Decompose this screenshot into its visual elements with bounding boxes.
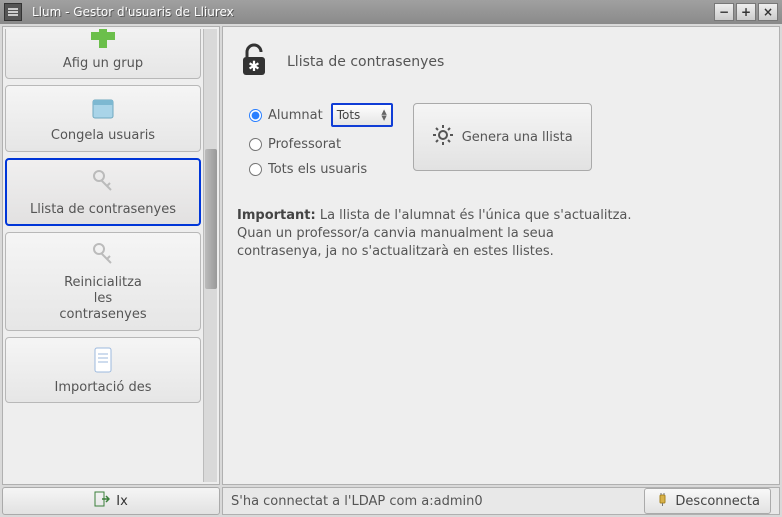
exit-icon — [94, 491, 110, 511]
window-title: Llum - Gestor d'usuaris de Lliurex — [26, 5, 714, 19]
radio-tots[interactable]: Tots els usuaris — [249, 162, 393, 177]
sidebar-item-importacio[interactable]: Importació des — [5, 337, 201, 403]
select-value: Tots — [337, 108, 361, 122]
keys-icon — [87, 239, 119, 271]
svg-text:✱: ✱ — [248, 59, 260, 75]
radio-label: Tots els usuaris — [268, 162, 367, 177]
radio-professorat-input[interactable] — [249, 138, 262, 151]
maximize-button[interactable]: + — [736, 3, 756, 21]
generate-label: Genera una llista — [462, 130, 573, 145]
disconnect-button[interactable]: Desconnecta — [644, 488, 771, 514]
gear-icon — [432, 124, 454, 150]
sidebar: Afig un grup Congela usuaris Llista de c… — [2, 26, 220, 485]
main-panel: ✱ Llista de contrasenyes Alumnat Tots ▲▼ — [222, 26, 780, 485]
keys-icon — [87, 166, 119, 198]
scrollbar[interactable] — [203, 29, 217, 482]
radio-group: Alumnat Tots ▲▼ Professorat Tots els usu… — [249, 103, 393, 177]
radio-alumnat-input[interactable] — [249, 109, 262, 122]
exit-button[interactable]: Ix — [2, 487, 220, 515]
sidebar-item-label: Importació des — [55, 380, 152, 396]
panel-header: ✱ Llista de contrasenyes — [237, 41, 765, 83]
sidebar-item-reinicialitza[interactable]: Reinicialitza les contrasenyes — [5, 232, 201, 331]
scrollbar-thumb[interactable] — [205, 149, 217, 289]
sidebar-item-congela[interactable]: Congela usuaris — [5, 85, 201, 151]
window-controls: − + × — [714, 3, 778, 21]
spin-arrows-icon: ▲▼ — [381, 109, 386, 121]
disconnect-label: Desconnecta — [675, 494, 760, 509]
info-text: Important: La llista de l'alumnat és l'ú… — [237, 207, 765, 262]
menu-icon[interactable] — [4, 3, 22, 21]
generate-list-button[interactable]: Genera una llista — [413, 103, 592, 171]
folder-freeze-icon — [87, 92, 119, 124]
radio-tots-input[interactable] — [249, 163, 262, 176]
plug-icon — [655, 492, 669, 510]
sidebar-item-llista-contrasenyes[interactable]: Llista de contrasenyes — [5, 158, 201, 226]
status-bar: S'ha connectat a l'LDAP com a:admin0 Des… — [222, 487, 780, 515]
titlebar: Llum - Gestor d'usuaris de Lliurex − + × — [0, 0, 782, 24]
sidebar-item-label: Reinicialitza les contrasenyes — [59, 275, 146, 324]
panel-title: Llista de contrasenyes — [287, 54, 444, 70]
sidebar-item-afig-grup[interactable]: Afig un grup — [5, 29, 201, 79]
sidebar-item-label: Afig un grup — [63, 56, 143, 72]
exit-label: Ix — [116, 494, 128, 509]
radio-alumnat[interactable]: Alumnat Tots ▲▼ — [249, 103, 393, 127]
info-label: Important: — [237, 208, 316, 223]
plus-group-icon — [87, 29, 119, 52]
unlock-icon: ✱ — [237, 41, 275, 83]
radio-label: Alumnat — [268, 108, 323, 123]
sidebar-item-label: Llista de contrasenyes — [30, 202, 176, 218]
minimize-button[interactable]: − — [714, 3, 734, 21]
radio-label: Professorat — [268, 137, 341, 152]
status-text: S'ha connectat a l'LDAP com a:admin0 — [231, 494, 636, 509]
alumnat-filter-select[interactable]: Tots ▲▼ — [331, 103, 393, 127]
sidebar-item-label: Congela usuaris — [51, 128, 155, 144]
close-button[interactable]: × — [758, 3, 778, 21]
document-icon — [87, 344, 119, 376]
radio-professorat[interactable]: Professorat — [249, 137, 393, 152]
